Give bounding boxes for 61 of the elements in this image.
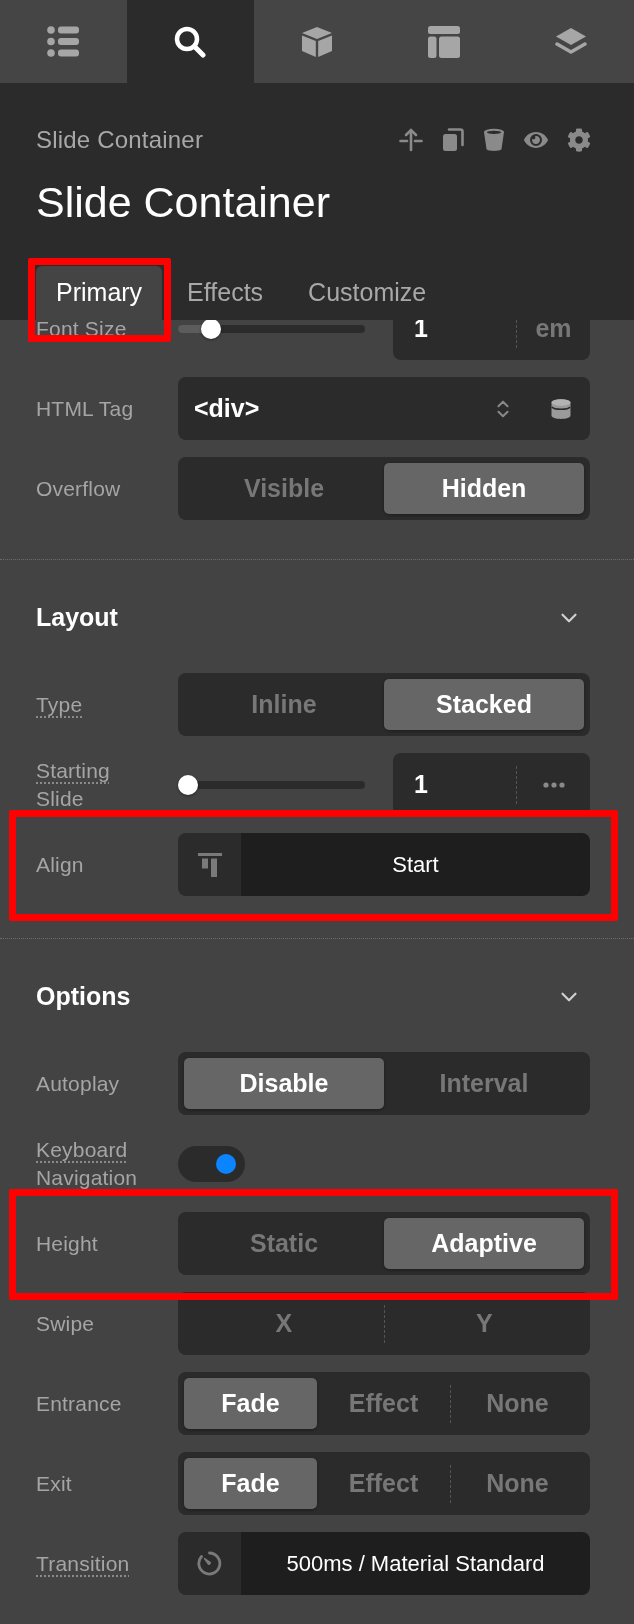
settings-icon[interactable] <box>567 128 591 152</box>
field-label: Overflow <box>36 475 121 502</box>
section-title: Layout <box>36 602 118 634</box>
tab[interactable]: Effects <box>167 266 284 320</box>
segment-option[interactable]: Disable <box>184 1058 384 1109</box>
align-top-icon <box>197 852 222 877</box>
slider[interactable] <box>178 320 365 339</box>
section-title: Options <box>36 981 131 1013</box>
segment-option[interactable]: Inline <box>184 679 384 730</box>
field-label: Autoplay <box>36 1070 120 1097</box>
icon-button[interactable] <box>178 833 241 896</box>
trash-icon[interactable] <box>483 128 505 152</box>
tab[interactable]: Primary <box>36 266 163 320</box>
field-label: Starting Slide <box>36 757 111 812</box>
field-label: Type <box>36 691 83 718</box>
segment-option[interactable]: Y <box>384 1298 584 1349</box>
toggle-switch[interactable] <box>178 1145 245 1182</box>
copy-icon[interactable] <box>442 128 464 152</box>
database-icon[interactable] <box>551 397 571 420</box>
segment-option[interactable]: Fade <box>184 1378 317 1429</box>
segment-option[interactable]: Visible <box>184 463 384 514</box>
field-label: Align <box>36 851 84 878</box>
arrow-up-icon[interactable] <box>399 128 423 152</box>
segment-option[interactable]: X <box>184 1298 384 1349</box>
unit-label: em <box>535 320 572 344</box>
field-label: HTML Tag <box>36 395 134 422</box>
slider-thumb[interactable] <box>178 774 198 795</box>
field-label: Keyboard Navigation <box>36 1136 139 1191</box>
breadcrumb: Slide Container <box>36 125 204 155</box>
segment-option[interactable]: Hidden <box>384 463 584 514</box>
tab[interactable]: Customize <box>288 266 447 320</box>
segment-option[interactable]: Adaptive <box>384 1218 584 1269</box>
segment-option[interactable]: Effect <box>317 1458 450 1509</box>
layers-icon <box>554 26 587 57</box>
layout-icon <box>427 25 460 58</box>
select-field[interactable]: <div> <box>178 377 590 440</box>
cube-icon <box>301 25 333 58</box>
number-field[interactable]: 1 em <box>393 320 590 360</box>
field-label: Swipe <box>36 1310 95 1337</box>
more-icon[interactable] <box>542 781 565 788</box>
segment-option[interactable]: Effect <box>317 1378 450 1429</box>
segment-option[interactable]: Static <box>184 1218 384 1269</box>
transition-select[interactable]: 500ms / Material Standard <box>241 1532 590 1595</box>
segment-option[interactable]: Fade <box>184 1458 317 1509</box>
field-label: Exit <box>36 1470 72 1497</box>
gauge-icon <box>197 1551 222 1576</box>
slider[interactable] <box>178 774 365 795</box>
icon-button[interactable] <box>178 1532 241 1595</box>
panel-tab[interactable] <box>126 0 254 83</box>
field-label: Entrance <box>36 1390 122 1417</box>
segment-option[interactable]: Interval <box>384 1058 584 1109</box>
segment-option[interactable]: None <box>451 1378 584 1429</box>
field-label: Transition <box>36 1550 130 1577</box>
list-icon <box>47 26 80 57</box>
field-label: Height <box>36 1230 98 1257</box>
segment-option[interactable]: Stacked <box>384 679 584 730</box>
align-select[interactable]: Start <box>241 833 590 896</box>
slider-thumb[interactable] <box>201 320 222 339</box>
panel-title: Slide Container <box>36 177 331 228</box>
search-icon <box>174 25 207 58</box>
segment-option[interactable]: None <box>451 1458 584 1509</box>
